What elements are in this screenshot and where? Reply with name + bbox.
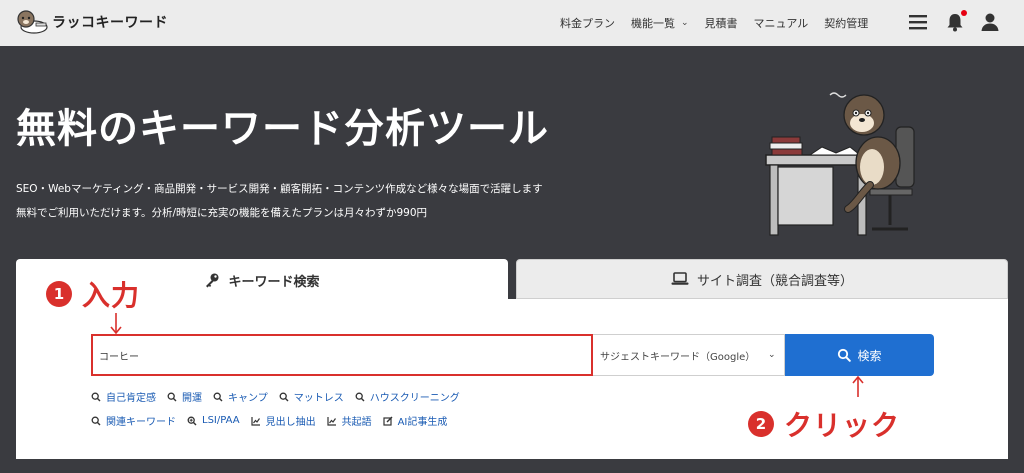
search-icon (279, 392, 289, 401)
hero-description-2: 無料でご利用いただけます。分析/時短に充実の機能を備えたプランは月々わずか990… (16, 207, 428, 219)
nav-features-label: 機能一覧 (631, 17, 675, 30)
suggestion-link[interactable]: ハウスクリーニング (355, 389, 460, 404)
user-account-icon[interactable] (979, 11, 1001, 33)
nav-features[interactable]: 機能一覧 ⌄ (631, 15, 689, 31)
suggestion-link[interactable]: 自己肯定感 (91, 389, 156, 404)
search-type-value: サジェストキーワード（Google） (600, 351, 756, 363)
tool-link-heading-extract[interactable]: 見出し抽出 (250, 413, 316, 428)
hero-description-1: SEO・Webマーケティング・商品開発・サービス開発・顧客開拓・コンテンツ作成な… (16, 183, 543, 195)
search-input-value: コーヒー (99, 351, 139, 363)
search-type-select[interactable]: サジェストキーワード（Google） ⌄ (593, 334, 785, 376)
tool-link-label: LSI/PAA (202, 415, 240, 426)
tab-site-research[interactable]: サイト調査（競合調査等） (516, 259, 1008, 299)
arrow-up-icon (852, 375, 864, 397)
search-icon (213, 392, 223, 401)
hero-title: 無料のキーワード分析ツール (16, 106, 549, 152)
notification-dot (961, 10, 967, 16)
suggested-keywords: 自己肯定感 開運 キャンプ マットレス ハウスクリーニング (91, 389, 471, 404)
tool-link-ai-article[interactable]: AI記事生成 (382, 413, 448, 428)
suggestion-link[interactable]: マットレス (279, 389, 344, 404)
nav-pricing-label: 料金プラン (560, 17, 615, 30)
brand-name: ラッコキーワード (52, 15, 168, 31)
nav-manual-label: マニュアル (753, 17, 809, 30)
nav-contract-label: 契約管理 (824, 17, 869, 30)
edit-icon (382, 416, 393, 426)
nav-contract[interactable]: 契約管理 (824, 15, 868, 31)
search-icon (91, 416, 101, 425)
suggestion-label: ハウスクリーニング (369, 393, 460, 404)
laptop-icon (671, 272, 689, 285)
main-nav: 料金プラン 機能一覧 ⌄ 見積書 マニュアル 契約管理 (560, 0, 884, 46)
nav-quote-label: 見積書 (704, 17, 738, 30)
annotation-step-1-number: 1 (46, 281, 72, 307)
nav-pricing[interactable]: 料金プラン (560, 15, 615, 31)
suggestion-link[interactable]: キャンプ (213, 389, 268, 404)
tool-link-lsi-paa[interactable]: LSI/PAA (187, 415, 240, 426)
tool-link-label: 見出し抽出 (265, 417, 316, 428)
search-icon (91, 392, 101, 401)
tab-site-research-label: サイト調査（競合調査等） (696, 273, 853, 289)
chevron-down-icon: ⌄ (768, 350, 776, 360)
line-chart-icon (326, 416, 336, 426)
tool-link-label: 共起語 (341, 417, 372, 428)
tool-link-label: 関連キーワード (106, 417, 176, 428)
otter-at-desk-illustration-icon (765, 92, 915, 236)
search-button[interactable]: 検索 (785, 334, 934, 376)
annotation-step-1: 1 入力 (46, 274, 140, 314)
notification-button[interactable] (944, 10, 967, 33)
suggestion-label: マットレス (293, 393, 344, 404)
arrow-down-icon (110, 313, 122, 335)
keyword-search-input[interactable]: コーヒー (91, 334, 593, 376)
suggestion-label: キャンプ (228, 393, 268, 404)
chevron-down-icon: ⌄ (681, 18, 689, 28)
tool-link-related-keywords[interactable]: 関連キーワード (91, 413, 176, 428)
suggestion-label: 自己肯定感 (106, 393, 156, 404)
brand-logo[interactable]: ラッコキーワード (14, 9, 168, 35)
hamburger-menu-icon[interactable] (907, 11, 929, 33)
nav-quote[interactable]: 見積書 (705, 15, 738, 31)
search-icon (355, 392, 365, 401)
tool-link-cooccurrence[interactable]: 共起語 (326, 413, 372, 428)
line-chart-icon (250, 416, 260, 426)
key-icon (206, 273, 219, 288)
annotation-step-2: 2 クリック (748, 404, 900, 444)
tab-keyword-search-label: キーワード検索 (228, 274, 320, 290)
search-button-label: 検索 (857, 348, 882, 363)
otter-logo-icon (17, 10, 48, 34)
annotation-step-2-text: クリック (784, 409, 901, 442)
search-icon (838, 348, 852, 362)
nav-manual[interactable]: マニュアル (754, 15, 809, 31)
tool-link-label: AI記事生成 (397, 417, 448, 428)
tool-links: 関連キーワード LSI/PAA 見出し抽出 共起語 AI記事生成 (91, 413, 458, 428)
annotation-step-1-text: 入力 (82, 279, 141, 312)
top-navigation-bar: ラッコキーワード 料金プラン 機能一覧 ⌄ 見積書 マニュアル 契約管理 (0, 0, 1024, 46)
suggestion-label: 開運 (182, 393, 202, 404)
annotation-step-2-number: 2 (748, 411, 774, 437)
suggestion-link[interactable]: 開運 (167, 389, 202, 404)
search-icon (167, 392, 177, 401)
search-plus-icon (187, 416, 197, 425)
